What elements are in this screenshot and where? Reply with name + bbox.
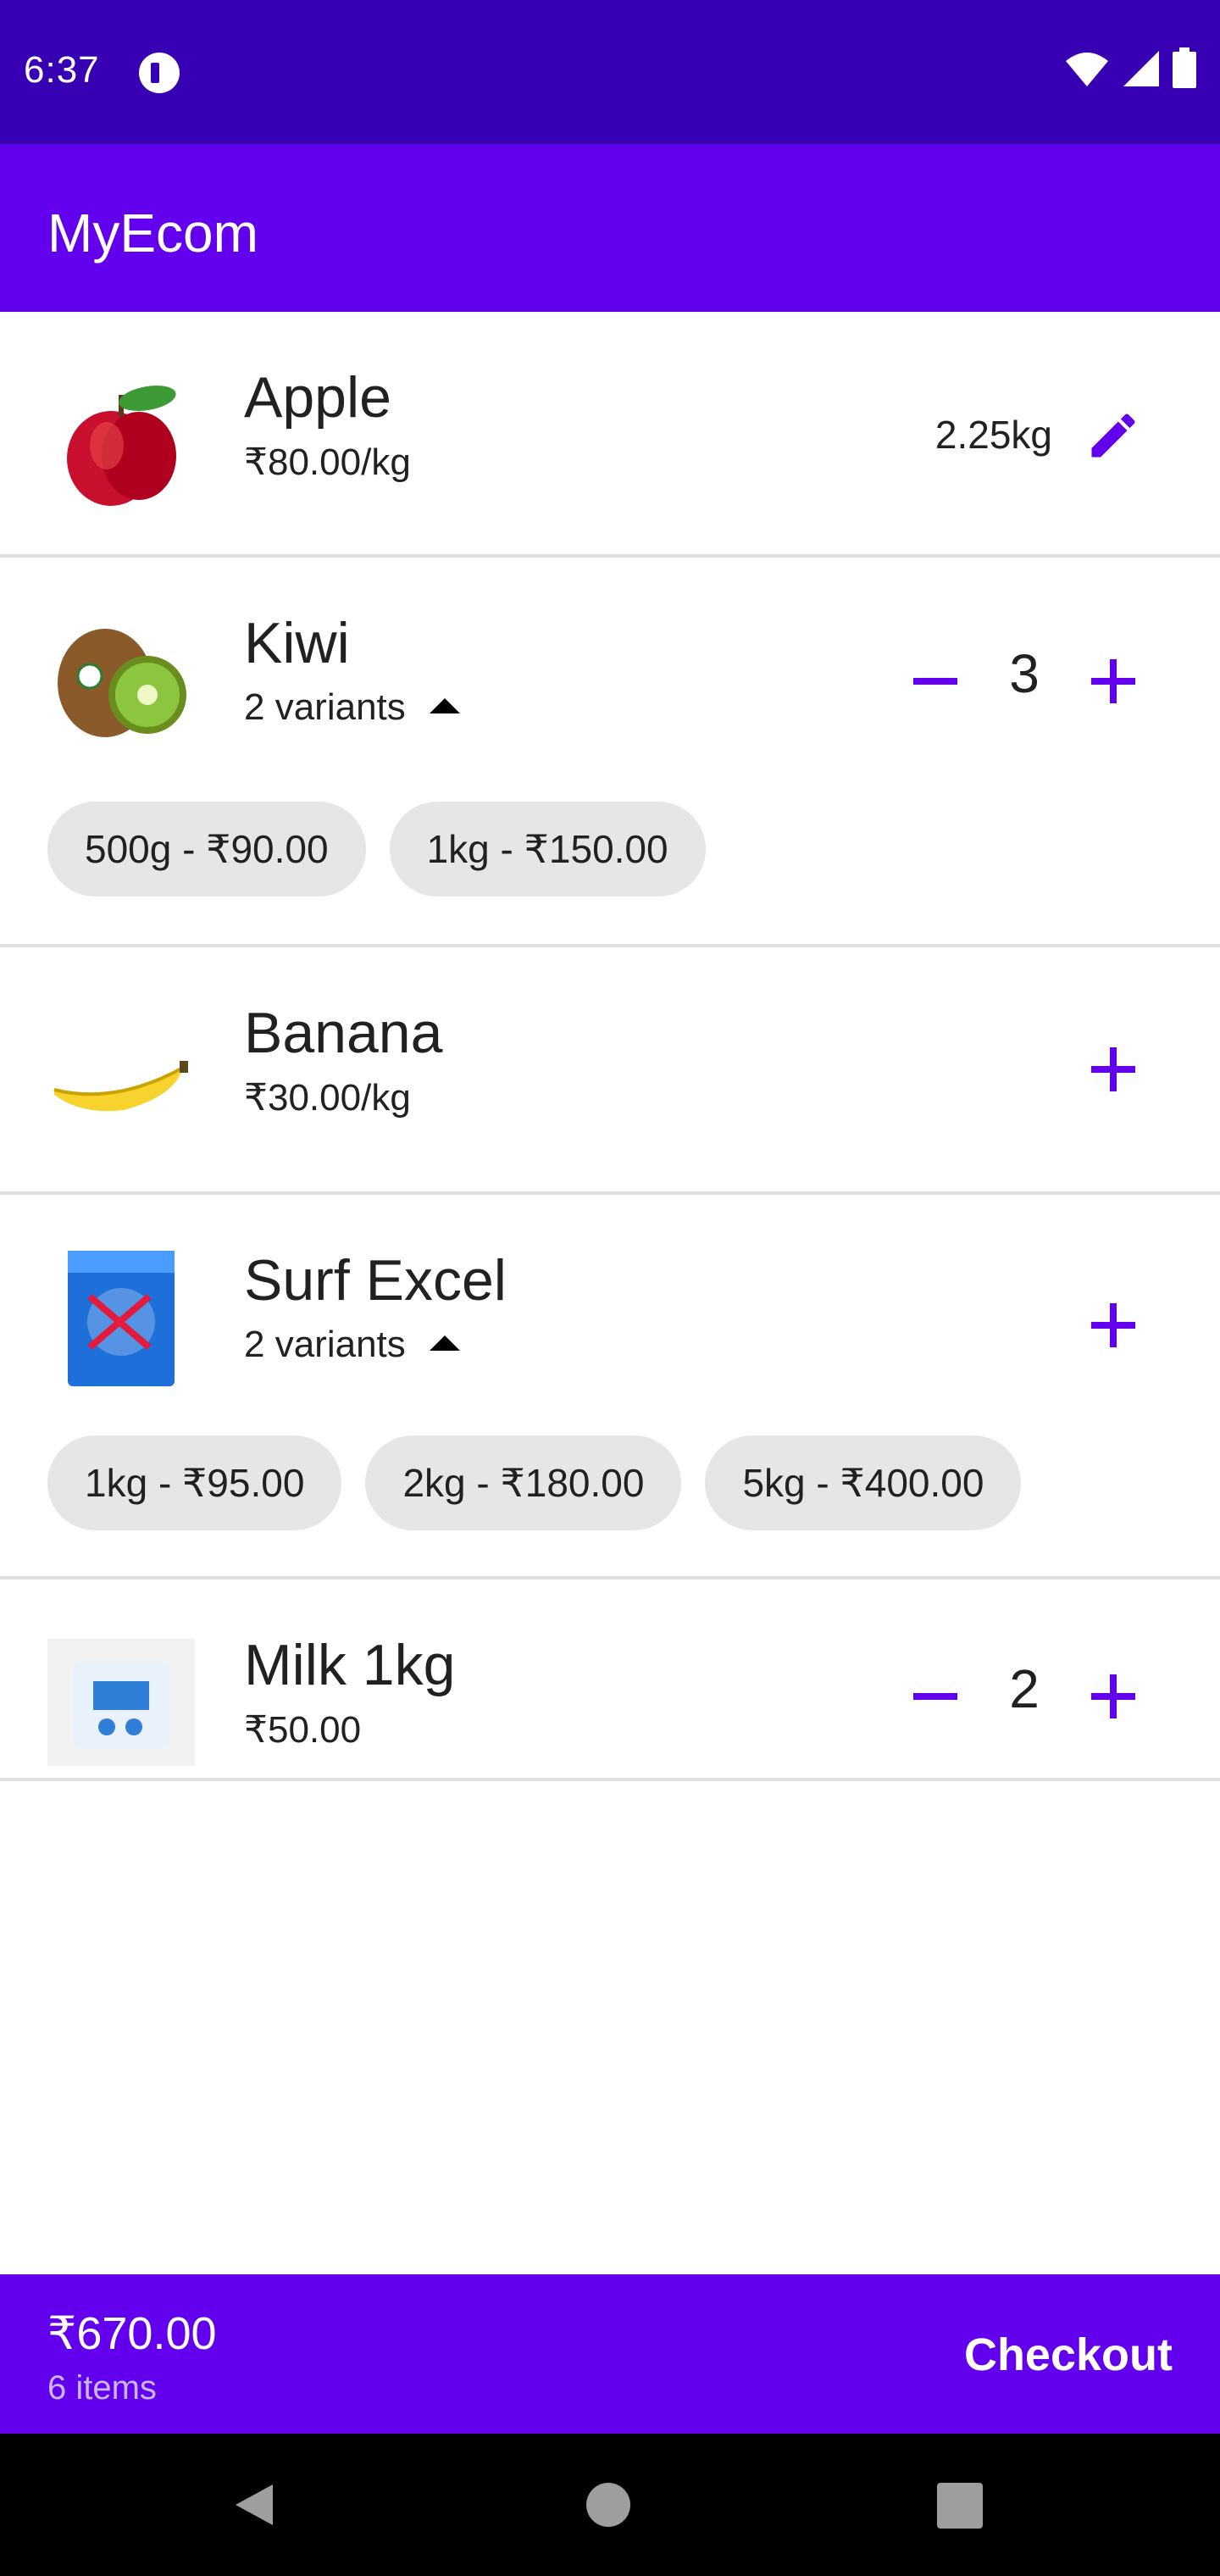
variant-chip[interactable]: 1kg - ₹95.00	[47, 1435, 342, 1530]
checkout-bar: ₹670.00 6 items Checkout	[0, 2274, 1220, 2434]
variants-toggle[interactable]: 2 variants	[244, 686, 460, 729]
variant-chips: 500g - ₹90.00 1kg - ₹150.00	[47, 802, 706, 897]
product-price: ₹50.00	[244, 1709, 362, 1751]
banana-image	[53, 1061, 188, 1112]
signal-icon	[1123, 51, 1159, 86]
home-icon[interactable]	[585, 2481, 632, 2529]
app-notification-icon	[139, 53, 180, 93]
caret-up-icon[interactable]	[429, 698, 460, 714]
kiwi-image	[58, 629, 186, 737]
product-quantity: 2.25kg	[934, 413, 1052, 457]
variant-chip[interactable]: 500g - ₹90.00	[47, 802, 366, 897]
apple-image	[67, 386, 176, 506]
variant-chips: 1kg - ₹95.00 2kg - ₹180.00 5kg - ₹400.00	[47, 1435, 1022, 1530]
surf-excel-image	[68, 1251, 175, 1386]
app-bar: MyEcom	[0, 144, 1220, 312]
cart-item-count: 6 items	[47, 2369, 157, 2407]
app-title: MyEcom	[47, 203, 258, 264]
product-price: ₹30.00/kg	[244, 1077, 411, 1119]
variants-label: 2 variants	[244, 1324, 406, 1365]
product-card-kiwi[interactable]: Kiwi 2 variants 3 500g - ₹90.00 1kg - ₹1…	[0, 558, 1220, 947]
product-name: Apple	[244, 365, 391, 430]
status-time: 6:37	[24, 49, 100, 91]
back-icon[interactable]	[230, 2481, 278, 2529]
product-card-milk[interactable]: Milk 1kg ₹50.00 2	[0, 1579, 1220, 1781]
wifi-icon	[1066, 53, 1108, 86]
product-card-surf-excel[interactable]: Surf Excel 2 variants 1kg - ₹95.00 2kg -…	[0, 1195, 1220, 1579]
variants-label: 2 variants	[244, 686, 406, 728]
variants-toggle[interactable]: 2 variants	[244, 1324, 460, 1366]
product-quantity: 2	[1009, 1658, 1040, 1719]
battery-icon	[1173, 47, 1196, 88]
product-price: ₹80.00/kg	[244, 441, 411, 483]
status-icons	[1064, 47, 1196, 88]
plus-icon[interactable]	[1088, 1300, 1139, 1351]
edit-icon[interactable]	[1084, 407, 1142, 464]
product-name: Kiwi	[244, 611, 350, 675]
product-card-apple[interactable]: Apple ₹80.00/kg 2.25kg	[0, 312, 1220, 558]
variant-chip[interactable]: 1kg - ₹150.00	[389, 802, 706, 897]
caret-up-icon[interactable]	[429, 1335, 460, 1352]
variant-chip[interactable]: 2kg - ₹180.00	[365, 1435, 682, 1530]
cart-total: ₹670.00	[47, 2308, 217, 2359]
milk-image	[47, 1639, 195, 1766]
plus-icon[interactable]	[1088, 1044, 1139, 1095]
status-bar: 6:37	[0, 0, 1220, 144]
variant-chip[interactable]: 5kg - ₹400.00	[705, 1435, 1022, 1530]
product-card-banana[interactable]: Banana ₹30.00/kg	[0, 947, 1220, 1195]
product-name: Banana	[244, 1001, 443, 1065]
checkout-button[interactable]: Checkout	[964, 2329, 1173, 2381]
product-quantity: 3	[1009, 643, 1040, 704]
product-name: Surf Excel	[244, 1248, 507, 1313]
minus-icon[interactable]	[910, 656, 961, 707]
plus-icon[interactable]	[1088, 1671, 1139, 1722]
recents-icon[interactable]	[937, 2483, 983, 2529]
product-name: Milk 1kg	[244, 1633, 456, 1697]
minus-icon[interactable]	[910, 1671, 961, 1722]
navigation-bar	[0, 2434, 1220, 2576]
plus-icon[interactable]	[1088, 656, 1139, 707]
